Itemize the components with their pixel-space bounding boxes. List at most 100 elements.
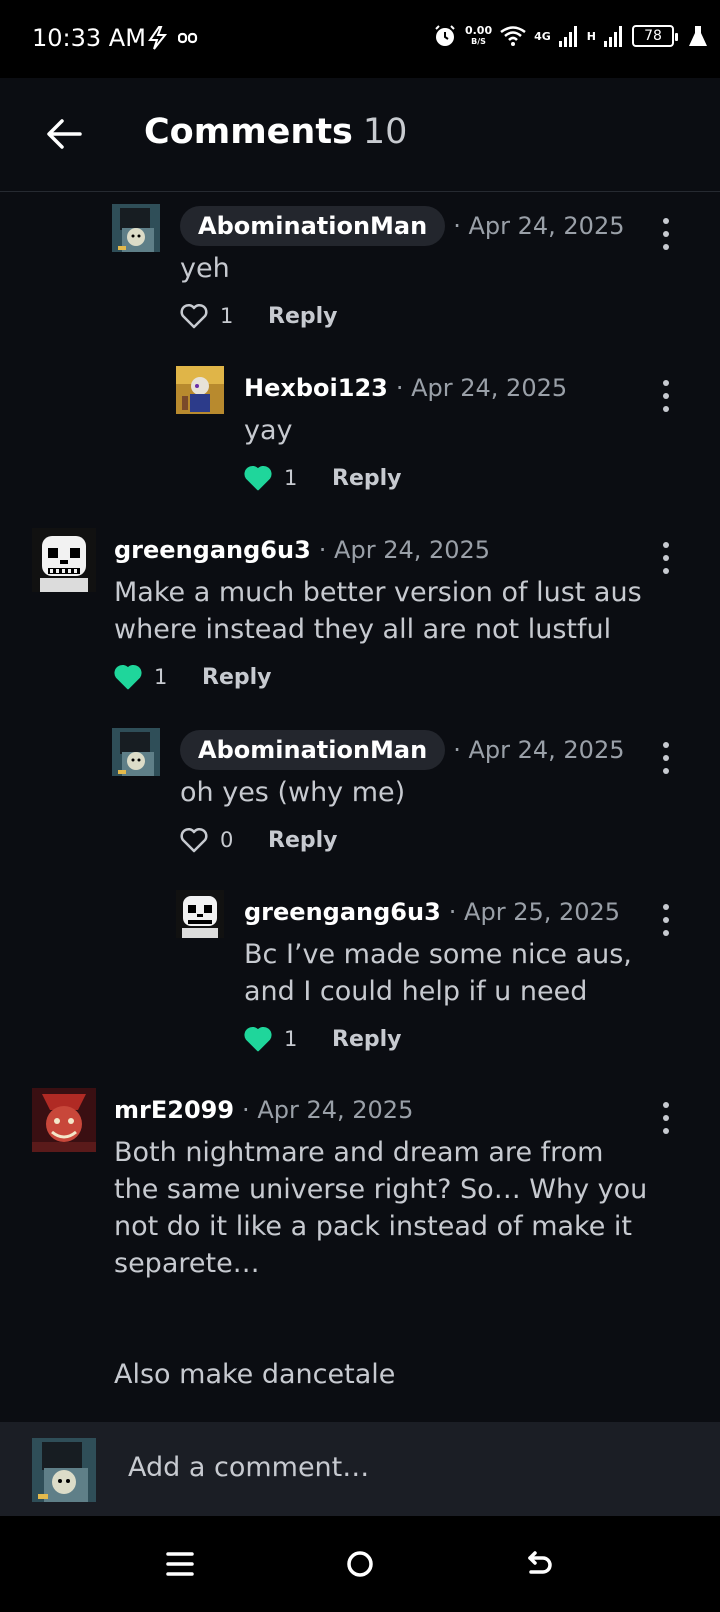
back-nav-icon — [528, 1551, 552, 1574]
comment-actions: 0 Reply — [180, 823, 660, 857]
comment-item: greengang6u3 Apr 25, 2025 Bc I’ve made s… — [176, 890, 720, 1060]
username[interactable]: greengang6u3 — [114, 536, 311, 564]
page-title: Comments 10 — [144, 112, 407, 152]
comment-date: Apr 24, 2025 — [453, 736, 624, 764]
comment-actions: 1 Reply — [114, 660, 654, 694]
comment-meta: mrE2099 Apr 24, 2025 — [114, 1088, 654, 1132]
charging-bolt-icon — [148, 26, 168, 50]
more-options-icon[interactable] — [654, 538, 678, 578]
home-circle-icon — [347, 1551, 373, 1577]
infinity-icon — [178, 32, 198, 44]
avatar[interactable] — [32, 1088, 96, 1152]
menu-button[interactable] — [158, 1542, 202, 1586]
heart-filled-icon[interactable] — [244, 465, 272, 491]
comment-text: Make a much better version of lust aus w… — [114, 577, 642, 645]
comment-item: AbominationMan Apr 24, 2025 oh yes (why … — [112, 728, 720, 858]
comment-item: mrE2099 Apr 24, 2025 Both nightmare and … — [32, 1088, 720, 1408]
header: Comments 10 — [0, 78, 720, 192]
more-options-icon[interactable] — [654, 738, 678, 778]
comment-input[interactable]: Add a comment… — [128, 1452, 369, 1483]
home-button[interactable] — [338, 1542, 382, 1586]
username[interactable]: greengang6u3 — [244, 898, 441, 926]
avatar[interactable] — [176, 890, 224, 938]
more-options-icon[interactable] — [654, 376, 678, 416]
comment-list[interactable]: AbominationMan Apr 24, 2025 yeh 1 Reply … — [0, 192, 720, 1500]
comment-item: Hexboi123 Apr 24, 2025 yay 1 Reply — [176, 366, 720, 496]
comment-meta: greengang6u3 Apr 24, 2025 — [114, 528, 654, 572]
status-right-icons: 0.00 B/S 4G H 78 — [433, 24, 708, 48]
username[interactable]: AbominationMan — [180, 206, 446, 246]
comment-date: Apr 24, 2025 — [453, 212, 624, 240]
username[interactable]: mrE2099 — [114, 1096, 234, 1124]
net-speed-unit: B/S — [471, 37, 486, 46]
heart-filled-icon[interactable] — [244, 1026, 272, 1052]
comment-item: AbominationMan Apr 24, 2025 yeh 1 Reply — [112, 204, 720, 334]
comment-body: AbominationMan Apr 24, 2025 oh yes (why … — [180, 728, 660, 857]
comment-item: greengang6u3 Apr 24, 2025 Make a much be… — [32, 528, 720, 698]
arrow-left-icon — [47, 119, 82, 149]
net-speed-value: 0.00 — [464, 24, 493, 37]
network-4g-label: 4G — [534, 29, 551, 43]
more-options-icon[interactable] — [654, 214, 678, 254]
comment-text: yay — [244, 415, 293, 446]
reply-button[interactable]: Reply — [268, 304, 338, 329]
comment-text: yeh — [180, 253, 230, 284]
my-avatar — [32, 1438, 96, 1502]
heart-outline-icon[interactable] — [180, 827, 208, 853]
status-time: 10:33 AM — [32, 24, 146, 52]
battery-indicator: 78 — [632, 25, 678, 47]
comment-body: AbominationMan Apr 24, 2025 yeh 1 Reply — [180, 204, 660, 333]
reply-button[interactable]: Reply — [332, 1027, 402, 1052]
net-speed: 0.00 B/S — [465, 25, 492, 47]
battery-level: 78 — [644, 28, 662, 44]
status-left-icons — [146, 26, 198, 50]
reply-button[interactable]: Reply — [202, 665, 272, 690]
back-nav-button[interactable] — [518, 1542, 562, 1586]
flask-icon — [689, 26, 707, 46]
reply-button[interactable]: Reply — [268, 828, 338, 853]
username[interactable]: AbominationMan — [180, 730, 446, 770]
comment-composer[interactable]: Add a comment… — [0, 1422, 720, 1516]
like-count: 1 — [154, 665, 168, 689]
comment-date: Apr 25, 2025 — [449, 898, 620, 926]
more-options-icon[interactable] — [654, 900, 678, 940]
page-title-text: Comments — [144, 112, 353, 152]
alarm-icon — [435, 25, 455, 46]
status-bar: 10:33 AM 0.00 B/S 4G H 78 — [0, 0, 720, 78]
comment-meta: AbominationMan Apr 24, 2025 — [180, 204, 660, 248]
comment-text: Bc I’ve made some nice aus, and I could … — [244, 939, 632, 1007]
avatar[interactable] — [176, 366, 224, 414]
comment-meta: greengang6u3 Apr 25, 2025 — [244, 890, 664, 934]
wifi-icon — [500, 26, 526, 46]
comment-text-continued: Also make dancetale — [114, 1359, 396, 1390]
network-h-label: H — [586, 29, 596, 43]
comments-screen: Comments10 AbominationMan Apr 24, 2025 y… — [0, 78, 720, 1516]
comment-text: oh yes (why me) — [180, 777, 406, 808]
avatar[interactable] — [112, 728, 160, 776]
comment-meta: Hexboi123 Apr 24, 2025 — [244, 366, 664, 410]
comment-body: greengang6u3 Apr 24, 2025 Make a much be… — [114, 528, 654, 694]
comment-body: mrE2099 Apr 24, 2025 Both nightmare and … — [114, 1088, 654, 1393]
signal-icon — [558, 26, 577, 47]
system-navigation-bar — [0, 1516, 720, 1612]
comment-actions: 1 Reply — [244, 461, 664, 495]
comment-date: Apr 24, 2025 — [396, 374, 567, 402]
back-button[interactable] — [40, 110, 88, 158]
comment-text: Both nightmare and dream are from the sa… — [114, 1137, 648, 1279]
comment-meta: AbominationMan Apr 24, 2025 — [180, 728, 660, 772]
comment-actions: 1 Reply — [180, 299, 660, 333]
heart-outline-icon[interactable] — [180, 303, 208, 329]
comment-date: Apr 24, 2025 — [242, 1096, 413, 1124]
more-options-icon[interactable] — [654, 1098, 678, 1138]
avatar[interactable] — [112, 204, 160, 252]
comment-date: Apr 24, 2025 — [319, 536, 490, 564]
reply-button[interactable]: Reply — [332, 466, 402, 491]
username[interactable]: Hexboi123 — [244, 374, 388, 402]
like-count: 1 — [284, 466, 298, 490]
avatar[interactable] — [32, 528, 96, 592]
signal-icon-2 — [604, 26, 622, 47]
like-count: 1 — [284, 1027, 298, 1051]
comment-body: greengang6u3 Apr 25, 2025 Bc I’ve made s… — [244, 890, 664, 1056]
comment-body: Hexboi123 Apr 24, 2025 yay 1 Reply — [244, 366, 664, 495]
heart-filled-icon[interactable] — [114, 664, 142, 690]
